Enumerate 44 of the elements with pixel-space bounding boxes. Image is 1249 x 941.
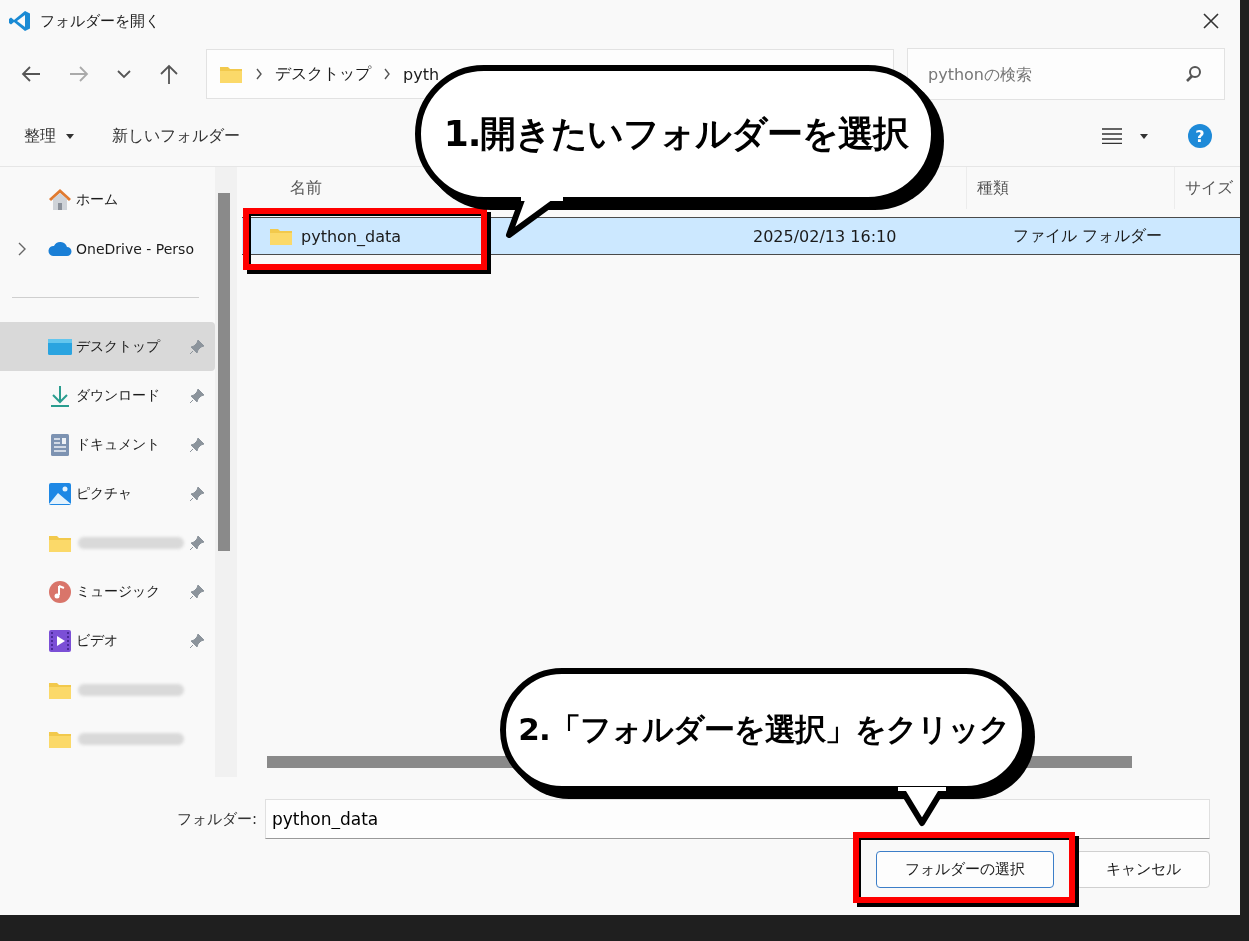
music-icon xyxy=(48,579,72,604)
up-arrow-icon[interactable] xyxy=(158,63,180,85)
document-icon xyxy=(48,432,72,457)
app-icon xyxy=(8,9,32,33)
folder-icon xyxy=(269,226,293,246)
folder-name-field[interactable]: python_data xyxy=(265,799,1210,839)
new-folder-button[interactable]: 新しいフォルダー xyxy=(102,119,250,153)
download-icon xyxy=(48,383,72,408)
picture-icon xyxy=(48,481,72,506)
sidebar-item[interactable]: デスクトップ xyxy=(0,322,215,371)
chevron-right-icon xyxy=(255,68,263,80)
caret-icon xyxy=(66,133,74,139)
list-view-icon[interactable] xyxy=(1102,128,1122,144)
cancel-button[interactable]: キャンセル xyxy=(1076,851,1210,888)
help-button[interactable]: ? xyxy=(1188,124,1212,148)
organize-menu[interactable]: 整理 xyxy=(14,119,84,153)
window-title: フォルダーを開く xyxy=(40,11,160,31)
file-type: ファイル フォルダー xyxy=(1013,225,1163,247)
file-row[interactable]: python_data 2025/02/13 16:10 ファイル フォルダー xyxy=(242,217,1240,255)
close-icon[interactable] xyxy=(1202,12,1220,30)
video-icon xyxy=(48,628,72,653)
sidebar-item[interactable]: ミュージック xyxy=(0,567,215,616)
sidebar-item[interactable]: ピクチャ xyxy=(0,469,215,518)
sidebar-item[interactable]: OneDrive - Perso xyxy=(0,224,215,273)
select-folder-button[interactable]: フォルダーの選択 xyxy=(876,851,1054,888)
sidebar-item[interactable]: ビデオ xyxy=(0,616,215,665)
field-label: フォルダー: xyxy=(175,809,257,829)
column-header[interactable]: サイズ xyxy=(1185,177,1233,199)
breadcrumb[interactable]: pyth xyxy=(403,64,440,84)
column-header[interactable]: 種類 xyxy=(977,177,1009,199)
file-date: 2025/02/13 16:10 xyxy=(753,226,897,246)
breadcrumb[interactable]: デスクトップ xyxy=(275,63,371,85)
file-name: python_data xyxy=(301,226,401,246)
chevron-right-icon xyxy=(383,68,391,80)
search-icon[interactable] xyxy=(1185,65,1203,83)
home-icon xyxy=(48,187,72,212)
column-header[interactable]: 名前 xyxy=(290,177,322,199)
sidebar-item[interactable]: ドキュメント xyxy=(0,420,215,469)
sidebar-item[interactable]: ホーム xyxy=(0,175,215,224)
sidebar-item[interactable]: ダウンロード xyxy=(0,371,215,420)
search-field[interactable]: pythonの検索 xyxy=(907,48,1225,100)
chevron-right-icon[interactable] xyxy=(18,241,26,256)
caret-icon[interactable] xyxy=(1140,133,1148,139)
scrollbar-thumb[interactable] xyxy=(218,193,230,551)
